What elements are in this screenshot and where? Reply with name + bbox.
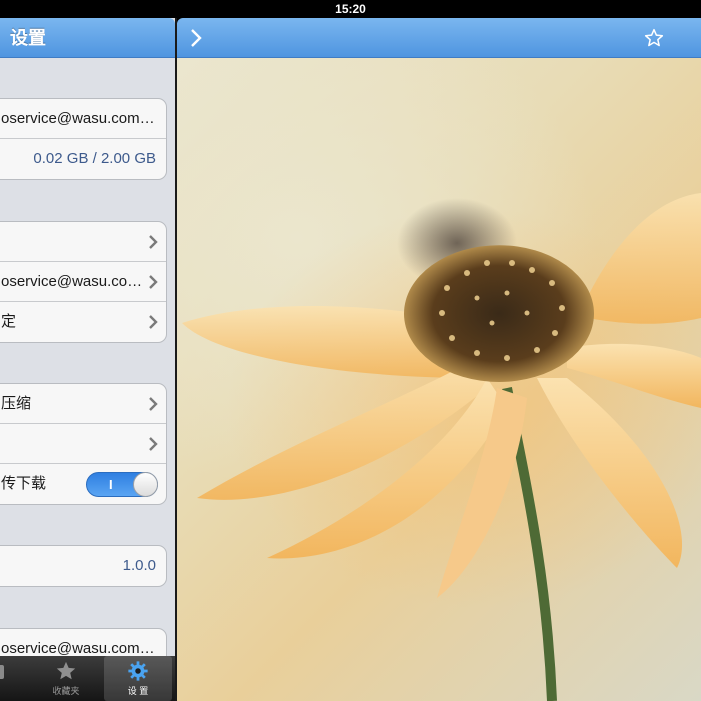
status-bar: 15:20 bbox=[0, 0, 701, 18]
tab-bar: 收藏夹 设 置 bbox=[0, 656, 175, 701]
download-toggle-row: 传下载 I bbox=[0, 464, 166, 504]
settings-pane: 设置 oservice@wasu.com.cn 0.02 GB / 2.00 G… bbox=[0, 18, 175, 701]
settings-title: 设置 bbox=[10, 28, 46, 48]
share-row-3-label: 定 bbox=[1, 313, 17, 330]
chevron-right-icon bbox=[149, 275, 158, 289]
account-email: oservice@wasu.com.cn bbox=[1, 110, 156, 127]
account-email-cell[interactable]: oservice@wasu.com.cn bbox=[0, 99, 166, 139]
chevron-right-icon[interactable] bbox=[189, 28, 203, 48]
chevron-right-icon bbox=[149, 397, 158, 411]
account-group: oservice@wasu.com.cn 0.02 GB / 2.00 GB bbox=[0, 98, 167, 180]
flower-image bbox=[182, 193, 701, 701]
toggle-knob bbox=[133, 472, 158, 497]
star-icon bbox=[56, 661, 76, 680]
upload-row-2[interactable] bbox=[0, 424, 166, 464]
version-cell: 1.0.0 bbox=[0, 546, 166, 586]
flower-photo[interactable] bbox=[177, 58, 701, 701]
tab-item-partial[interactable] bbox=[0, 656, 16, 701]
tab-label-settings: 设 置 bbox=[127, 686, 149, 696]
settings-nav-bar: 设置 bbox=[0, 18, 175, 58]
share-row-email[interactable]: oservice@wasu.com.cn bbox=[0, 262, 166, 302]
tab-label-favorites: 收藏夹 bbox=[52, 686, 80, 696]
toggle-on-label: I bbox=[109, 477, 113, 492]
storage-usage: 0.02 GB / 2.00 GB bbox=[33, 150, 156, 167]
viewer-nav-bar bbox=[177, 18, 701, 58]
version-value: 1.0.0 bbox=[122, 557, 156, 574]
chevron-right-icon bbox=[149, 315, 158, 329]
star-outline-icon[interactable] bbox=[644, 28, 664, 48]
tab-item-favorites[interactable]: 收藏夹 bbox=[36, 656, 96, 701]
version-group: 1.0.0 bbox=[0, 545, 167, 587]
share-row-email-label: oservice@wasu.com.cn bbox=[1, 273, 144, 290]
upload-group: 压缩 传下载 I bbox=[0, 383, 167, 505]
share-group: oservice@wasu.com.cn 定 bbox=[0, 221, 167, 343]
compress-row[interactable]: 压缩 bbox=[0, 384, 166, 424]
compress-row-label: 压缩 bbox=[1, 395, 32, 412]
download-toggle-switch[interactable]: I bbox=[86, 472, 158, 497]
partial-icon bbox=[0, 665, 4, 679]
storage-usage-cell: 0.02 GB / 2.00 GB bbox=[0, 139, 166, 179]
gear-icon bbox=[128, 661, 148, 681]
tab-item-settings[interactable]: 设 置 bbox=[104, 656, 172, 701]
status-time: 15:20 bbox=[335, 2, 366, 16]
chevron-right-icon bbox=[149, 235, 158, 249]
chevron-right-icon bbox=[149, 437, 158, 451]
share-row-3[interactable]: 定 bbox=[0, 302, 166, 342]
share-row-1[interactable] bbox=[0, 222, 166, 262]
